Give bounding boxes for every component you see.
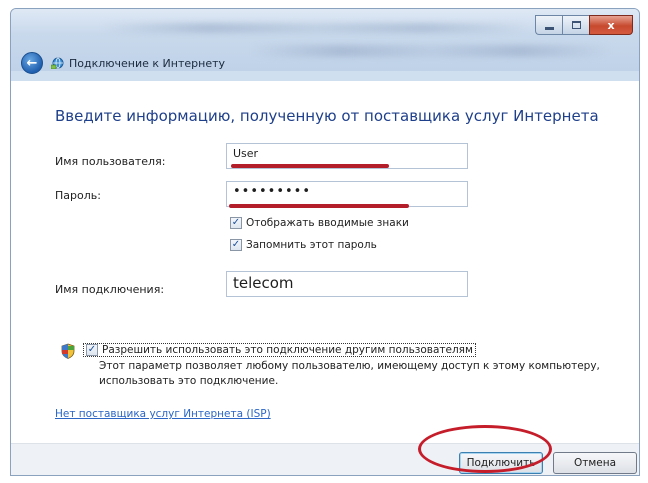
maximize-icon xyxy=(571,21,581,29)
show-chars-label: Отображать вводимые знаки xyxy=(246,217,409,229)
username-underline-annotation xyxy=(231,164,389,168)
client-area: Введите информацию, полученную от постав… xyxy=(11,81,639,443)
back-arrow-icon: ← xyxy=(26,55,38,71)
blurred-address-region xyxy=(251,45,611,57)
password-label: Пароль: xyxy=(55,189,101,202)
no-isp-link[interactable]: Нет поставщика услуг Интернета (ISP) xyxy=(55,408,271,420)
window-title: Подключение к Интернету xyxy=(69,57,226,70)
dialog-window: x ← Подключение к Интернету Введите инфо… xyxy=(10,8,640,476)
show-chars-checkbox-row[interactable]: ✓ Отображать вводимые знаки xyxy=(230,217,409,229)
network-globe-icon xyxy=(51,57,64,69)
page-heading: Введите информацию, полученную от постав… xyxy=(55,107,599,125)
blurred-titlebar-region xyxy=(101,23,531,33)
back-button[interactable]: ← xyxy=(21,52,43,74)
uac-shield-icon xyxy=(61,343,75,359)
password-underline-annotation xyxy=(229,204,409,208)
window-caption-buttons: x xyxy=(535,15,633,35)
allow-others-checkbox[interactable]: ✓ xyxy=(86,344,98,356)
username-label: Имя пользователя: xyxy=(55,155,166,168)
minimize-icon xyxy=(544,26,554,30)
maximize-button[interactable] xyxy=(562,15,589,35)
minimize-button[interactable] xyxy=(535,15,562,35)
connect-button-highlight-annotation xyxy=(418,425,552,473)
title-bar: x ← Подключение к Интернету xyxy=(11,9,639,74)
remember-password-label: Запомнить этот пароль xyxy=(246,239,377,251)
connection-name-field[interactable]: telecom xyxy=(226,271,468,297)
remember-password-checkbox-row[interactable]: ✓ Запомнить этот пароль xyxy=(230,239,377,251)
close-icon: x xyxy=(607,18,615,32)
allow-others-checkbox-row[interactable]: ✓ Разрешить использовать это подключение… xyxy=(83,343,476,357)
close-button[interactable]: x xyxy=(589,15,633,35)
show-chars-checkbox[interactable]: ✓ xyxy=(230,217,242,229)
remember-password-checkbox[interactable]: ✓ xyxy=(230,239,242,251)
allow-others-description: Этот параметр позволяет любому пользоват… xyxy=(99,360,600,387)
allow-others-label: Разрешить использовать это подключение д… xyxy=(102,344,473,356)
connection-name-label: Имя подключения: xyxy=(55,283,165,296)
cancel-button[interactable]: Отмена xyxy=(553,452,637,474)
